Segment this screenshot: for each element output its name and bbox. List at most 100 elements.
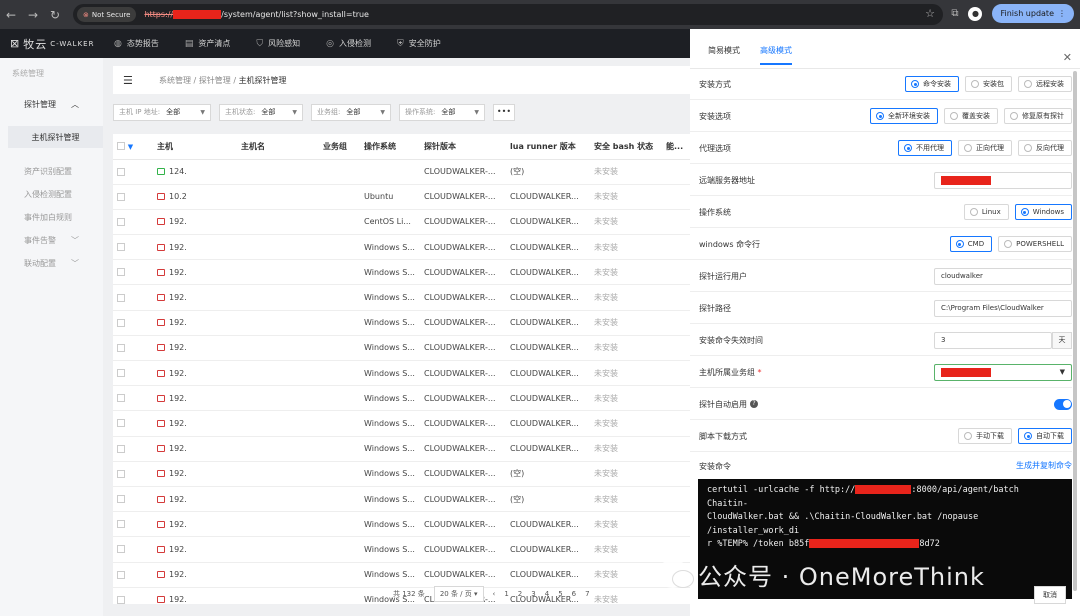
host-ip[interactable]: 192. [169,268,187,277]
business-group-select[interactable]: ▼ [934,363,1072,381]
col-os[interactable]: 操作系统 [360,134,420,160]
host-ip[interactable]: 192. [169,444,187,453]
nav-asset-inventory[interactable]: ▤ 资产清点 [185,38,231,49]
row-checkbox[interactable] [117,192,125,201]
page-1[interactable]: 1 [504,590,508,598]
row-checkbox[interactable] [117,520,125,529]
col-host[interactable]: 主机 [153,134,237,160]
radio-option[interactable]: 修复原有探针 [1004,108,1072,124]
table-row[interactable]: 124. CLOUDWALKER-... (空) 未安装 [113,159,690,185]
table-row[interactable]: 192. Windows S...CLOUDWALKER-...CLOUDWALK… [113,360,690,387]
host-ip[interactable]: 192. [169,520,187,529]
nav-situation-report[interactable]: ◍ 态势报告 [114,38,159,49]
address-bar[interactable]: ⊗ Not Secure https:// /system/agent/list… [73,4,943,25]
radio-option[interactable]: 覆盖安装 [944,108,998,124]
back-icon[interactable]: ← [0,8,22,22]
host-ip[interactable]: 192. [169,343,187,352]
page-size-select[interactable]: 20 条 / 页 ▾ [433,586,484,602]
table-row[interactable]: 192. Windows S...CLOUDWALKER-...CLOUDWALK… [113,385,690,412]
host-ip[interactable]: 192. [169,419,187,428]
page-3[interactable]: 3 [531,590,535,598]
row-checkbox[interactable] [117,394,125,403]
row-checkbox[interactable] [117,419,125,428]
auto-enable-toggle[interactable] [1054,398,1072,410]
table-row[interactable]: 192. Windows S... CLOUDWALKER-... (空) 未安装 [113,461,690,487]
text-input[interactable]: cloudwalker [934,267,1072,285]
table-row[interactable]: 192. Windows S...CLOUDWALKER-...CLOUDWALK… [113,536,690,563]
radio-option[interactable]: 命令安装 [905,76,959,92]
menu-icon[interactable]: ☰ [123,74,149,87]
nav-security-protection[interactable]: ⛨ 安全防护 [397,38,441,49]
table-row[interactable]: 192. Windows S...CLOUDWALKER-...CLOUDWALK… [113,310,690,336]
row-checkbox[interactable] [117,444,125,453]
bookmark-star-icon[interactable]: ☆ [925,7,935,20]
profile-avatar[interactable]: ● [968,6,983,21]
row-checkbox[interactable] [117,318,125,327]
radio-option[interactable]: 全新环境安装 [870,108,938,124]
forward-icon[interactable]: → [22,8,44,22]
radio-option[interactable]: 安装包 [965,76,1012,92]
page-4[interactable]: 4 [545,590,549,598]
radio-option[interactable]: Windows [1014,204,1072,220]
tab-advanced-mode[interactable]: 高级模式 [760,45,792,65]
row-checkbox[interactable] [117,217,125,226]
tab-simple-mode[interactable]: 简易模式 [708,45,740,65]
more-filters-button[interactable]: ••• [493,103,515,121]
row-checkbox[interactable] [117,343,125,352]
select-all-checkbox[interactable] [117,142,125,151]
scrollbar[interactable] [1073,71,1077,591]
page-2[interactable]: 2 [518,590,522,598]
radio-option[interactable]: 手动下载 [958,428,1012,444]
sidebar-group-agent[interactable]: 探针管理 ︿ [0,79,103,110]
radio-option[interactable]: 自动下载 [1018,428,1072,444]
breadcrumb-agent[interactable]: 探针管理 [199,76,231,85]
row-checkbox[interactable] [117,268,125,277]
row-checkbox[interactable] [117,167,125,176]
filter-host-status[interactable]: 主机状态: 全部 ▼ [219,103,303,121]
radio-option[interactable]: POWERSHELL [998,236,1072,252]
sidebar-item-whitelist[interactable]: 事件加白规则 [0,200,103,223]
page-5[interactable]: 5 [558,590,562,598]
table-row[interactable]: 192. Windows S...CLOUDWALKER-...CLOUDWALK… [113,335,690,362]
row-checkbox[interactable] [117,293,125,302]
host-ip[interactable]: 192. [169,495,187,504]
row-checkbox[interactable] [117,545,125,554]
sidebar-item-host-agent[interactable]: 主机探针管理 [8,126,103,148]
extensions-icon[interactable]: ⧉ [951,8,958,19]
table-row[interactable]: 192. Windows S...CLOUDWALKER-...CLOUDWALK… [113,436,690,462]
table-row[interactable]: 192. CentOS Li... CLOUDWALKER-... CLOUDWALK… [113,209,690,236]
sidebar-item-linkage[interactable]: 联动配置 ﹀ [0,246,103,269]
row-checkbox[interactable] [117,595,125,604]
logo[interactable]: ⊠ 牧云 C-WALKER [10,36,114,52]
col-more[interactable]: 能... [662,134,690,160]
host-ip[interactable]: 10.2 [169,192,187,201]
col-agent-version[interactable]: 探针版本 [420,134,506,160]
reload-icon[interactable]: ↻ [44,8,66,22]
table-row[interactable]: 10.2 Ubuntu CLOUDWALKER-... CLOUDWALKER... 未… [113,184,690,210]
generate-copy-command-link[interactable]: 生成并复制命令 [1016,460,1072,471]
host-ip[interactable]: 192. [169,293,187,302]
table-row[interactable]: 192. Windows S...CLOUDWALKER-...CLOUDWALK… [113,259,690,286]
row-checkbox[interactable] [117,469,125,478]
host-ip[interactable]: 192. [169,469,187,478]
close-icon[interactable]: ✕ [1063,51,1072,64]
caret-down-icon[interactable]: ▼ [128,143,133,151]
row-checkbox[interactable] [117,495,125,504]
page-6[interactable]: 6 [572,590,576,598]
sidebar-item-ids-config[interactable]: 入侵检测配置 [0,177,103,200]
radio-option[interactable]: Linux [963,204,1009,220]
table-row[interactable]: 192. Windows S...CLOUDWALKER-...CLOUDWALK… [113,410,690,437]
expire-days-input[interactable]: 3 [934,331,1052,349]
host-ip[interactable]: 192. [169,595,187,604]
row-checkbox[interactable] [117,243,125,252]
host-ip[interactable]: 192. [169,217,187,226]
row-checkbox[interactable] [117,570,125,579]
host-ip[interactable]: 192. [169,243,187,252]
nav-intrusion-detection[interactable]: ◎ 入侵检测 [326,38,371,49]
remote-server-input[interactable] [934,171,1072,189]
page-7[interactable]: 7 [585,590,589,598]
col-bash-status[interactable]: 安全 bash 状态 [590,134,662,160]
host-ip[interactable]: 192. [169,318,187,327]
host-ip[interactable]: 192. [169,545,187,554]
sidebar-item-asset-config[interactable]: 资产识别配置 [0,148,103,177]
